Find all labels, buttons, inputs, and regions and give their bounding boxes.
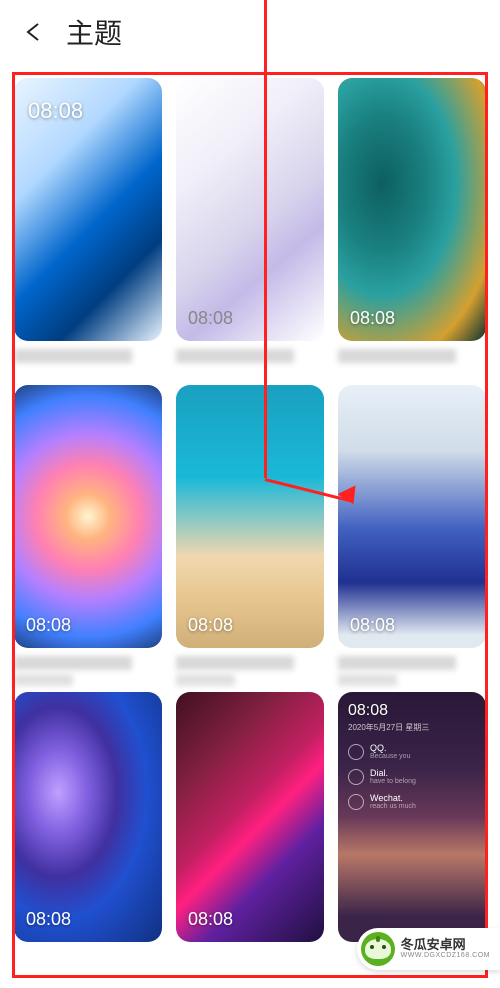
theme-time: 08:08 — [350, 615, 395, 636]
theme-card[interactable]: 08:08 — [14, 78, 162, 371]
watermark-title: 冬瓜安卓网 — [401, 938, 490, 952]
app-icon — [348, 744, 364, 760]
theme-time: 08:08 — [188, 308, 233, 329]
theme-card[interactable]: 08:08 — [14, 692, 162, 942]
lock-row-sub: have to belong — [370, 778, 416, 785]
watermark: 冬瓜安卓网 WWW.DGXCDZ168.COM — [357, 928, 500, 970]
theme-thumbnail[interactable]: 08:08 2020年5月27日 星期三 QQ. Because you Dia… — [338, 692, 486, 942]
lock-row-label: QQ. — [370, 743, 410, 753]
lock-row-sub: Because you — [370, 753, 410, 760]
theme-card[interactable]: 08:08 — [338, 385, 486, 678]
watermark-icon — [361, 932, 395, 966]
lock-row: Wechat. reach us much — [348, 793, 476, 810]
back-icon[interactable] — [20, 18, 48, 46]
lock-row-sub: reach us much — [370, 803, 416, 810]
theme-time: 08:08 — [348, 702, 388, 720]
theme-card[interactable]: 08:08 — [338, 78, 486, 371]
theme-thumbnail[interactable]: 08:08 — [176, 78, 324, 341]
theme-grid: 08:08 08:08 08:08 08:08 08:08 — [0, 64, 500, 956]
theme-card[interactable]: 08:08 — [176, 78, 324, 371]
theme-caption — [176, 656, 324, 672]
header: 主题 — [0, 0, 500, 64]
lock-row: Dial. have to belong — [348, 768, 476, 785]
theme-caption — [338, 349, 486, 365]
theme-thumbnail[interactable]: 08:08 — [176, 692, 324, 942]
watermark-url: WWW.DGXCDZ168.COM — [401, 952, 490, 960]
theme-caption — [176, 349, 324, 365]
theme-time: 08:08 — [188, 909, 233, 930]
theme-thumbnail[interactable]: 08:08 — [14, 78, 162, 341]
app-icon — [348, 794, 364, 810]
theme-thumbnail[interactable]: 08:08 — [14, 692, 162, 942]
theme-card[interactable]: 08:08 2020年5月27日 星期三 QQ. Because you Dia… — [338, 692, 486, 942]
theme-time: 08:08 — [28, 98, 83, 124]
page-title: 主题 — [66, 12, 122, 52]
lock-row-label: Wechat. — [370, 793, 416, 803]
theme-time: 08:08 — [26, 615, 71, 636]
app-icon — [348, 769, 364, 785]
lock-date: 2020年5月27日 星期三 — [348, 722, 429, 733]
theme-thumbnail[interactable]: 08:08 — [338, 78, 486, 341]
theme-thumbnail[interactable]: 08:08 — [14, 385, 162, 648]
theme-card[interactable]: 08:08 — [14, 385, 162, 678]
theme-caption — [338, 656, 486, 672]
theme-caption — [14, 349, 162, 365]
lock-row-label: Dial. — [370, 768, 416, 778]
theme-time: 08:08 — [350, 308, 395, 329]
theme-time: 08:08 — [26, 909, 71, 930]
theme-thumbnail[interactable]: 08:08 — [338, 385, 486, 648]
theme-thumbnail[interactable]: 08:08 — [176, 385, 324, 648]
theme-caption — [14, 656, 162, 672]
lock-row: QQ. Because you — [348, 743, 476, 760]
theme-time: 08:08 — [188, 615, 233, 636]
theme-card[interactable]: 08:08 — [176, 385, 324, 678]
theme-card[interactable]: 08:08 — [176, 692, 324, 942]
